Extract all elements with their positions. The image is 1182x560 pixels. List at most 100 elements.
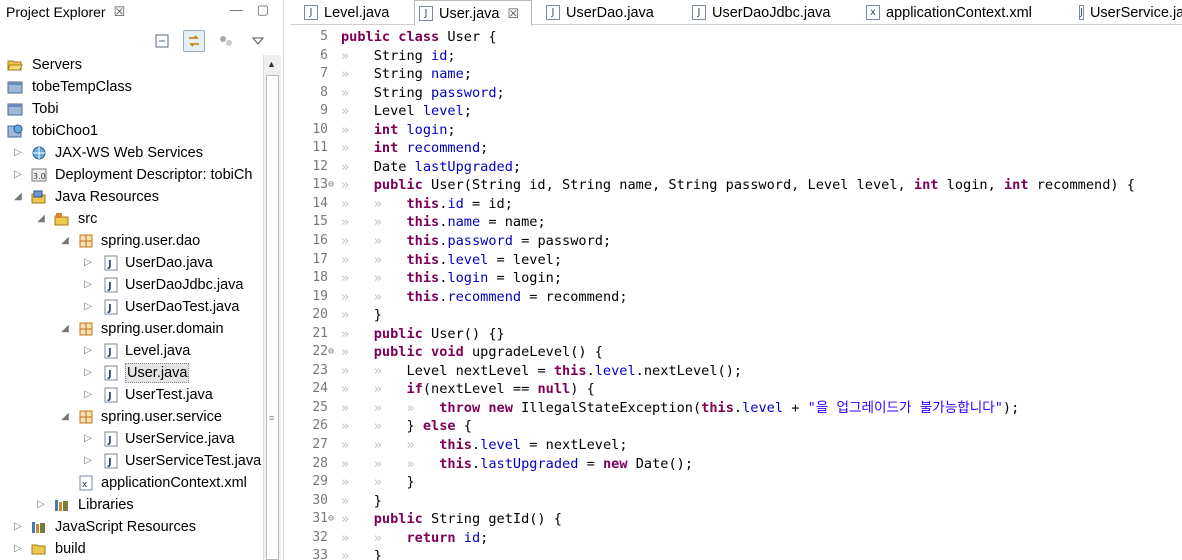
tree-item[interactable]: ▷ J UserDaoJdbc.java [0, 274, 262, 296]
tree-item[interactable]: x applicationContext.xml [0, 472, 262, 494]
view-menu-icon[interactable] [247, 30, 269, 52]
editor-tab[interactable]: J UserDao.java [542, 0, 672, 25]
tree-item[interactable]: tobeTempClass [0, 76, 262, 98]
collapsed-arrow-icon[interactable]: ▷ [83, 252, 93, 274]
tree-item[interactable]: tobiChoo1 [0, 120, 262, 142]
close-tab-icon[interactable]: ☒ [507, 6, 519, 22]
code-line[interactable]: 29 » » } [290, 473, 1182, 492]
collapse-all-icon[interactable] [151, 30, 173, 52]
editor-tab[interactable]: J UserService.ja [1075, 0, 1182, 25]
code-line[interactable]: 23 » » Level nextLevel = this.level.nextL… [290, 362, 1182, 381]
expanded-arrow-icon[interactable]: ◢ [60, 406, 70, 428]
tree-item[interactable]: Servers [0, 54, 262, 76]
code-line[interactable]: 27 » » » this.level = nextLevel; [290, 436, 1182, 455]
line-number: 7 [320, 66, 328, 82]
focus-icon[interactable] [215, 30, 237, 52]
code-line[interactable]: 33 » } [290, 547, 1182, 560]
collapsed-arrow-icon[interactable]: ▷ [13, 164, 23, 186]
expanded-arrow-icon[interactable]: ◢ [60, 230, 70, 252]
code-line[interactable]: 30 » } [290, 492, 1182, 511]
code-text: » } [341, 307, 382, 324]
tree-item[interactable]: ◢ spring.user.domain [0, 318, 262, 340]
tree-item[interactable]: ▷ J User.java [0, 362, 262, 384]
code-line[interactable]: 15 » » this.name = name; [290, 213, 1182, 232]
package-icon [78, 409, 94, 425]
close-icon[interactable]: ☒ [114, 4, 126, 20]
editor-tab[interactable]: J UserDaoJdbc.java [688, 0, 850, 25]
tree-item[interactable]: ▷ JavaScript Resources [0, 516, 262, 538]
collapsed-arrow-icon[interactable]: ▷ [83, 340, 93, 362]
code-line[interactable]: 20 » } [290, 306, 1182, 325]
folder-icon [31, 541, 47, 557]
code-line[interactable]: 21 » public User() {} [290, 325, 1182, 344]
code-line[interactable]: 22 ⊖ » public void upgradeLevel() { [290, 343, 1182, 362]
editor-tab[interactable]: J User.java ☒ [414, 0, 532, 26]
collapsed-arrow-icon[interactable]: ▷ [83, 428, 93, 450]
code-line[interactable]: 11 » int recommend; [290, 139, 1182, 158]
code-line[interactable]: 32 » » return id; [290, 529, 1182, 548]
code-line[interactable]: 17 » » this.level = level; [290, 251, 1182, 270]
tree-item[interactable]: ▷ build [0, 538, 262, 560]
editor-tab[interactable]: J Level.java [300, 0, 412, 25]
expanded-arrow-icon[interactable]: ◢ [36, 208, 46, 230]
tree-item[interactable]: ◢ src [0, 208, 262, 230]
code-line[interactable]: 8 » String password; [290, 84, 1182, 103]
collapsed-arrow-icon[interactable]: ▷ [83, 274, 93, 296]
fold-toggle-icon[interactable]: ⊖ [328, 176, 334, 195]
tree-item[interactable]: ▷ J UserDao.java [0, 252, 262, 274]
link-with-editor-icon[interactable] [183, 30, 205, 52]
code-line[interactable]: 19 » » this.recommend = recommend; [290, 288, 1182, 307]
collapsed-arrow-icon[interactable]: ▷ [83, 296, 93, 318]
code-line[interactable]: 16 » » this.password = password; [290, 232, 1182, 251]
collapsed-arrow-icon[interactable]: ▷ [13, 538, 23, 560]
code-line[interactable]: 31 ⊖ » public String getId() { [290, 510, 1182, 529]
tree-item[interactable]: ◢ Java Resources [0, 186, 262, 208]
tree-item[interactable]: ▷ 3.0 Deployment Descriptor: tobiCh [0, 164, 262, 186]
code-line[interactable]: 12 » Date lastUpgraded; [290, 158, 1182, 177]
line-number: 10 [312, 121, 328, 137]
scrollbar-thumb[interactable]: ≡ [266, 75, 279, 560]
collapsed-arrow-icon[interactable]: ▷ [13, 516, 23, 538]
tree-item[interactable]: ▷ J UserDaoTest.java [0, 296, 262, 318]
expanded-arrow-icon[interactable]: ◢ [13, 186, 23, 208]
code-line[interactable]: 7 » String name; [290, 65, 1182, 84]
code-line[interactable]: 26 » » } else { [290, 417, 1182, 436]
tree-item[interactable]: ▷ Libraries [0, 494, 262, 516]
collapsed-arrow-icon[interactable]: ▷ [36, 494, 46, 516]
tree-item[interactable]: ▷ J Level.java [0, 340, 262, 362]
tree-item[interactable]: ▷ JAX-WS Web Services [0, 142, 262, 164]
code-line[interactable]: 14 » » this.id = id; [290, 195, 1182, 214]
fold-toggle-icon[interactable]: ⊖ [328, 510, 334, 529]
code-line[interactable]: 24 » » if(nextLevel == null) { [290, 380, 1182, 399]
tree-item[interactable]: ◢ spring.user.dao [0, 230, 262, 252]
tree-item[interactable]: ◢ spring.user.service [0, 406, 262, 428]
collapsed-arrow-icon[interactable]: ▷ [83, 384, 93, 406]
code-line[interactable]: 28 » » » this.lastUpgraded = new Date(); [290, 455, 1182, 474]
code-area[interactable]: 5 public class User {6 » String id; 7 » Stri… [290, 28, 1182, 560]
code-line[interactable]: 5 public class User { [290, 28, 1182, 47]
tree-item[interactable]: ▷ J UserTest.java [0, 384, 262, 406]
code-line[interactable]: 9 » Level level; [290, 102, 1182, 121]
minimize-icon[interactable]: — [230, 2, 243, 18]
code-line[interactable]: 13 ⊖ » public User(String id, String name,… [290, 176, 1182, 195]
vertical-scrollbar[interactable]: ▲ ≡ [263, 55, 281, 560]
project-tree: Servers tobeTempClass Tobi tobiChoo1 ▷ JAX-WS… [0, 54, 262, 560]
code-line[interactable]: 10 » int login; [290, 121, 1182, 140]
editor-tab[interactable]: x applicationContext.xml [862, 0, 1050, 25]
tree-item[interactable]: ▷ J UserService.java [0, 428, 262, 450]
code-line[interactable]: 6 » String id; [290, 47, 1182, 66]
code-line[interactable]: 25 » » » throw new IllegalStateException(… [290, 399, 1182, 418]
fold-toggle-icon[interactable]: ⊖ [328, 343, 334, 362]
tree-item[interactable]: ▷ J UserServiceTest.java [0, 450, 262, 472]
tree-item-label: Deployment Descriptor: tobiCh [55, 167, 253, 183]
code-text: » String name; [341, 66, 472, 83]
expanded-arrow-icon[interactable]: ◢ [60, 318, 70, 340]
tree-item[interactable]: Tobi [0, 98, 262, 120]
maximize-icon[interactable]: ▢ [257, 2, 269, 18]
collapsed-arrow-icon[interactable]: ▷ [13, 142, 23, 164]
code-text: » } [341, 492, 382, 509]
collapsed-arrow-icon[interactable]: ▷ [83, 362, 93, 384]
collapsed-arrow-icon[interactable]: ▷ [83, 450, 93, 472]
code-line[interactable]: 18 » » this.login = login; [290, 269, 1182, 288]
java-file-icon: J [1079, 5, 1084, 20]
